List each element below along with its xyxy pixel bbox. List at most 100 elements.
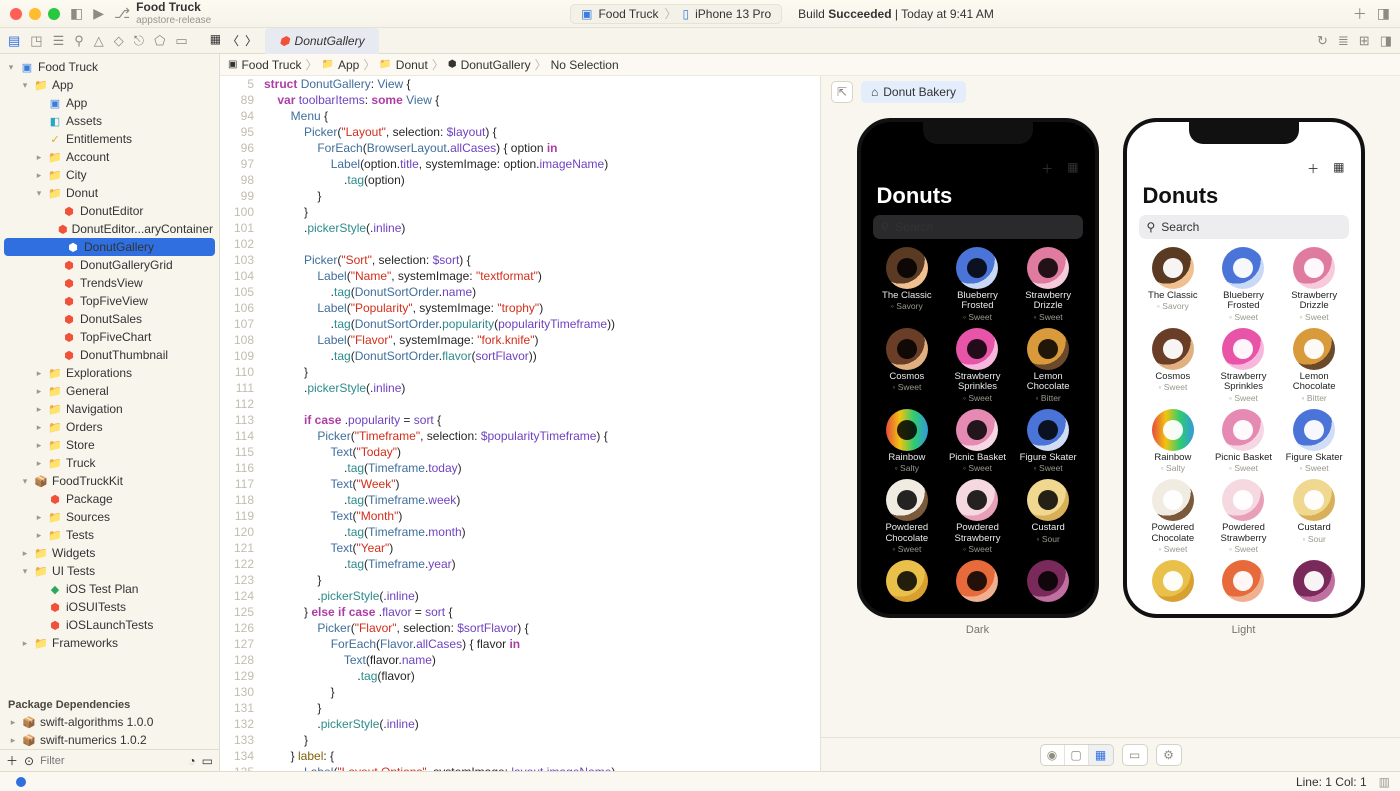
scheme-selector[interactable]: ▣ Food Truck 〉 ▯ iPhone 13 Pro [570, 4, 782, 24]
donut-cell[interactable] [943, 560, 1012, 606]
jumpbar-segment[interactable]: 📁App [322, 58, 360, 72]
pin-preview-button[interactable]: ⇱ [831, 81, 853, 103]
navigator-row[interactable]: ⬢DonutGallery [4, 238, 215, 256]
navigator-row[interactable]: ⬢Package [0, 490, 219, 508]
folder-nav-icon[interactable]: ▤ [8, 33, 20, 49]
symbol-nav-icon[interactable]: ☰ [53, 33, 65, 49]
donut-cell[interactable]: Lemon Chocolate◦ Bitter [1014, 328, 1083, 405]
navigator-row[interactable]: ▸📁Truck [0, 454, 219, 472]
forward-icon[interactable]: 〉 [245, 32, 257, 49]
navigator-row[interactable]: ▾📦FoodTruckKit [0, 472, 219, 490]
navigator-row[interactable]: ⬢TopFiveChart [0, 328, 219, 346]
sidebar-toggle-icon[interactable]: ◧ [70, 5, 83, 22]
run-icon[interactable]: ▶ [93, 5, 104, 22]
scm-nav-icon[interactable]: ◳ [30, 33, 42, 49]
jumpbar-segment[interactable]: ⬢DonutGallery [448, 58, 531, 72]
grid-icon[interactable]: ▦ [1067, 160, 1078, 177]
related-items-icon[interactable]: ▦ [210, 32, 221, 49]
navigator-row[interactable]: ▸📁Store [0, 436, 219, 454]
navigator-row[interactable]: ⬢DonutEditor...aryContainer [0, 220, 219, 238]
search-field[interactable]: ⚲Search [873, 215, 1083, 239]
navigator-row[interactable]: ◧Assets [0, 112, 219, 130]
navigator-row[interactable]: ⬢TrendsView [0, 274, 219, 292]
donut-cell[interactable]: Custard◦ Sour [1014, 479, 1083, 556]
add-editor-icon[interactable]: ⊞ [1359, 33, 1370, 49]
canvas-settings-segment[interactable]: ⚙ [1156, 744, 1182, 766]
zoom-icon[interactable] [48, 8, 60, 20]
canvas-device-segment[interactable]: ▭ [1122, 744, 1148, 766]
source-editor[interactable]: 5struct DonutGallery: View {89 var toolb… [220, 76, 820, 771]
navigator-row[interactable]: ▸📁Widgets [0, 544, 219, 562]
navigator-row[interactable]: ▸📁Tests [0, 526, 219, 544]
preview-chip[interactable]: ⌂ Donut Bakery [861, 81, 966, 103]
selectable-icon[interactable]: ▢ [1065, 745, 1089, 765]
jumpbar-segment[interactable]: ▣Food Truck [228, 58, 301, 72]
navigator-row[interactable]: ✓Entitlements [0, 130, 219, 148]
find-nav-icon[interactable]: ⚲ [74, 33, 84, 49]
navigator-row[interactable]: ▸📁General [0, 382, 219, 400]
donut-cell[interactable]: Strawberry Drizzle◦ Sweet [1280, 247, 1349, 324]
donut-cell[interactable]: Powdered Chocolate◦ Sweet [1139, 479, 1208, 556]
navigator-row[interactable]: ⬢DonutThumbnail [0, 346, 219, 364]
navigator-row[interactable]: ⬢iOSLaunchTests [0, 616, 219, 634]
tab-donutgallery[interactable]: ⬢ DonutGallery [265, 28, 379, 54]
donut-cell[interactable]: Lemon Chocolate◦ Bitter [1280, 328, 1349, 405]
adjust-editor-icon[interactable]: ≣ [1338, 33, 1349, 49]
donut-cell[interactable]: Picnic Basket◦ Sweet [1209, 409, 1278, 475]
navigator-row[interactable]: ▾📁UI Tests [0, 562, 219, 580]
plus-icon[interactable]: ＋ [6, 752, 18, 769]
donut-cell[interactable]: Strawberry Drizzle◦ Sweet [1014, 247, 1083, 324]
grid-icon[interactable]: ▦ [1333, 160, 1344, 177]
donut-cell[interactable]: Custard◦ Sour [1280, 479, 1349, 556]
plus-icon[interactable]: ＋ [1353, 4, 1367, 24]
debug-nav-icon[interactable]: ⎋ [134, 33, 144, 49]
variants-icon[interactable]: ▦ [1089, 745, 1113, 765]
gear-icon[interactable]: ⚙ [1157, 745, 1181, 765]
navigator-row[interactable]: ▸📁Frameworks [0, 634, 219, 652]
clock-icon[interactable]: ◔ [188, 754, 195, 768]
navigator-row[interactable]: ⬢iOSUITests [0, 598, 219, 616]
donut-cell[interactable]: Powdered Strawberry◦ Sweet [943, 479, 1012, 556]
scm-filter-icon[interactable]: ▭ [202, 754, 213, 768]
donut-cell[interactable] [1139, 560, 1208, 606]
navigator-row[interactable]: ◆iOS Test Plan [0, 580, 219, 598]
project-block[interactable]: ⎇ Food Truck appstore-release [114, 1, 211, 25]
device-settings-icon[interactable]: ▭ [1123, 745, 1147, 765]
plus-icon[interactable]: ＋ [1041, 160, 1053, 177]
back-icon[interactable]: 〈 [227, 32, 239, 49]
navigator-row[interactable]: ▸📁Explorations [0, 364, 219, 382]
navigator-row[interactable]: ▸📁Orders [0, 418, 219, 436]
donut-cell[interactable]: Strawberry Sprinkles◦ Sweet [943, 328, 1012, 405]
library-icon[interactable]: ◨ [1377, 5, 1390, 22]
issue-nav-icon[interactable]: △ [94, 33, 104, 49]
navigator-row[interactable]: ⬢TopFiveView [0, 292, 219, 310]
navigator-row[interactable]: ▸📁City [0, 166, 219, 184]
navigator-row[interactable]: ▾📁Donut [0, 184, 219, 202]
search-field[interactable]: ⚲Search [1139, 215, 1349, 239]
navigator-tree[interactable]: ▾▣Food Truck▾📁App▣App◧Assets✓Entitlement… [0, 54, 219, 693]
navigator-row[interactable]: ▸📁Sources [0, 508, 219, 526]
donut-cell[interactable] [1209, 560, 1278, 606]
minimap-icon[interactable]: ▥ [1379, 775, 1390, 789]
donut-cell[interactable]: Powdered Strawberry◦ Sweet [1209, 479, 1278, 556]
donut-cell[interactable]: Rainbow◦ Salty [1139, 409, 1208, 475]
donut-cell[interactable]: Powdered Chocolate◦ Sweet [873, 479, 942, 556]
inspectors-toggle-icon[interactable]: ◨ [1380, 33, 1392, 49]
close-icon[interactable] [10, 8, 22, 20]
jumpbar-segment[interactable]: 📁Donut [379, 58, 427, 72]
canvas-mode-segment[interactable]: ◉ ▢ ▦ [1040, 744, 1114, 766]
report-nav-icon[interactable]: ▭ [175, 33, 187, 49]
navigator-row[interactable]: ⬢DonutGalleryGrid [0, 256, 219, 274]
jump-bar[interactable]: ▣Food Truck〉📁App〉📁Donut〉⬢DonutGallery〉No… [220, 54, 1400, 76]
plus-icon[interactable]: ＋ [1307, 160, 1319, 177]
test-nav-icon[interactable]: ◇ [114, 33, 124, 49]
package-dep-row[interactable]: ▸📦swift-algorithms 1.0.0 [0, 713, 219, 731]
donut-cell[interactable] [1014, 560, 1083, 606]
donut-cell[interactable] [873, 560, 942, 606]
navigator-row[interactable]: ▸📁Navigation [0, 400, 219, 418]
donut-cell[interactable]: Figure Skater◦ Sweet [1014, 409, 1083, 475]
minimize-icon[interactable] [29, 8, 41, 20]
donut-cell[interactable]: Blueberry Frosted◦ Sweet [943, 247, 1012, 324]
navigator-row[interactable]: ⬢DonutSales [0, 310, 219, 328]
donut-cell[interactable]: Picnic Basket◦ Sweet [943, 409, 1012, 475]
